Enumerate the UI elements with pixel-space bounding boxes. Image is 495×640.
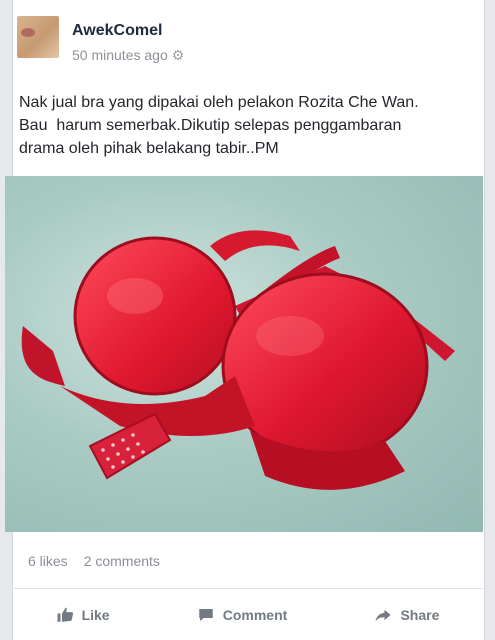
cup-left [73,236,237,396]
post-meta: 50 minutes ago ⚙ [72,47,184,63]
share-label: Share [400,606,440,623]
gear-icon[interactable]: ⚙ [172,48,185,62]
cup-right [221,272,429,460]
comment-button[interactable]: Comment [197,606,288,624]
share-arrow-icon [375,609,391,622]
post-text: Nak jual bra yang dipakai oleh pelakon R… [19,94,419,157]
highlight-right [256,316,324,356]
avatar-lip [21,28,35,37]
like-button[interactable]: Like [56,606,110,624]
author-name[interactable]: AwekComel [72,22,162,40]
likes-count[interactable]: 6 likes [28,553,68,569]
photo-illustration [21,230,455,490]
like-label: Like [81,606,110,623]
share-button[interactable]: Share [374,606,439,624]
comment-label: Comment [222,606,288,623]
post-photo[interactable] [5,176,483,532]
post-stats: 6 likes 2 comments [28,553,160,569]
avatar[interactable] [17,16,59,58]
band-left [21,326,65,386]
speech-bubble-icon [199,608,213,621]
comments-count[interactable]: 2 comments [84,553,160,569]
timestamp: 50 minutes ago [72,47,168,63]
highlight-left [107,278,163,314]
strap-top [210,230,300,261]
thumbs-up-icon [57,607,73,622]
post-actions: Like Comment Share [12,589,483,640]
